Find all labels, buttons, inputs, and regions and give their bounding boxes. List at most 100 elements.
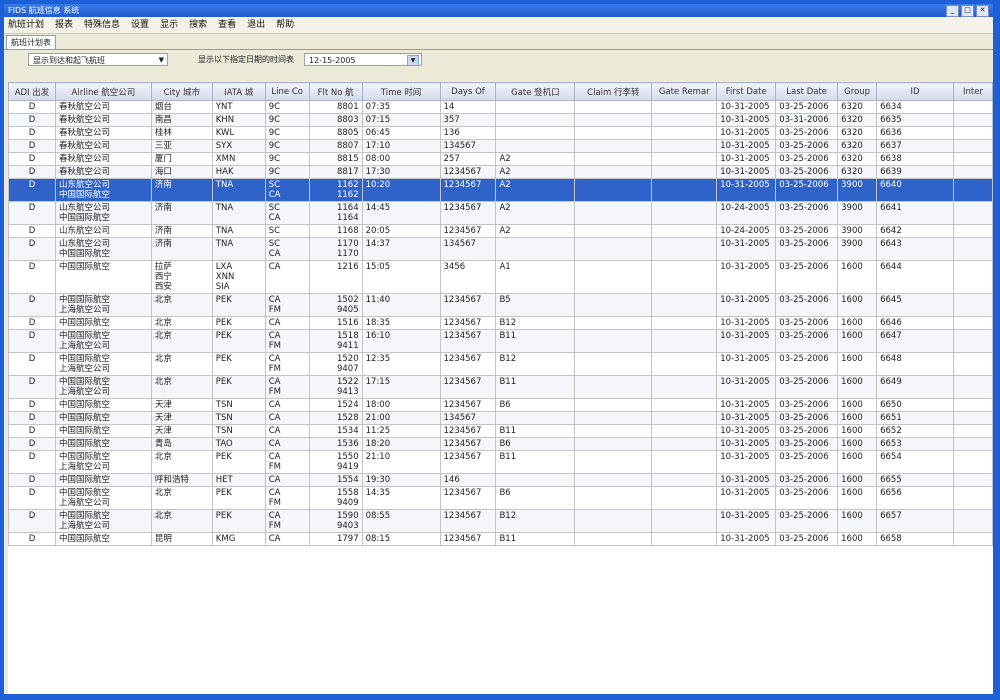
table-row[interactable]: D 春秋航空公司 烟台 YNT 9C 8801 07:35 14 10-31-2005 03-25… bbox=[8, 100, 993, 114]
table-row[interactable]: D 中国国际航空 天津 TSN CA 1524 18:00 1234567 B6 10-31-20… bbox=[8, 398, 993, 412]
table-row[interactable]: D 中国国际航空 天津 TSN CA 1528 21:00 134567 10-31-2005 0… bbox=[8, 411, 993, 425]
table-cell: YNT bbox=[211, 100, 266, 114]
table-cell: 17:30 bbox=[361, 165, 441, 179]
table-cell: KHN bbox=[211, 113, 266, 127]
table-cell: 03-25-2006 bbox=[775, 398, 839, 412]
table-row[interactable]: D 中国国际航空 呼和浩特 HET CA 1554 19:30 146 10-31-2005 03… bbox=[8, 473, 993, 487]
table-cell: 桂林 bbox=[150, 126, 213, 140]
table-row[interactable]: D 中国国际航空 上海航空公司 北京 PEK CA FM 1550 9419 21:10 12… bbox=[8, 450, 993, 474]
table-cell: 中国国际航空 上海航空公司 bbox=[54, 486, 152, 510]
table-row[interactable]: D 山东航空公司 中国国际航空 济南 TNA SC CA 1162 1162 10:20 12… bbox=[8, 178, 993, 202]
table-cell bbox=[495, 237, 576, 261]
menu-report[interactable]: 报表 bbox=[55, 17, 84, 33]
table-cell: 1234567 bbox=[439, 178, 497, 202]
table-row[interactable]: D 中国国际航空 北京 PEK CA 1516 18:35 1234567 B12 10-31-2… bbox=[8, 316, 993, 330]
table-cell: 中国国际航空 上海航空公司 bbox=[54, 329, 152, 353]
flight-type-select[interactable]: 显示到达和起飞航班 ▼ bbox=[28, 52, 168, 67]
table-row[interactable]: D 山东航空公司 中国国际航空 济南 TNA SC CA 1170 1170 14:37 13… bbox=[8, 237, 993, 261]
close-icon[interactable]: ✕ bbox=[976, 5, 989, 17]
column-header[interactable]: Time 时间 bbox=[361, 82, 441, 101]
column-header[interactable]: Line Co bbox=[264, 82, 310, 101]
table-row[interactable]: D 山东航空公司 中国国际航空 济南 TNA SC CA 1164 1164 14:45 12… bbox=[8, 201, 993, 225]
table-cell: D bbox=[8, 260, 56, 294]
column-header[interactable]: Claim 行李转 bbox=[574, 82, 653, 101]
table-cell: 21:00 bbox=[361, 411, 441, 425]
table-row[interactable]: D 中国国际航空 上海航空公司 北京 PEK CA FM 1522 9413 17:15 12… bbox=[8, 375, 993, 399]
table-cell: 03-25-2006 bbox=[775, 139, 839, 153]
menu-flight-plan[interactable]: 航班计划 bbox=[8, 17, 55, 33]
table-cell: 1600 bbox=[837, 424, 878, 438]
table-row[interactable]: D 中国国际航空 上海航空公司 北京 PEK CA FM 1502 9405 11:40 12… bbox=[8, 293, 993, 317]
dropdown-arrow-icon[interactable]: ▼ bbox=[159, 54, 164, 67]
minimize-icon[interactable]: _ bbox=[946, 5, 959, 17]
menu-exit[interactable]: 退出 bbox=[247, 17, 276, 33]
table-cell: 1234567 bbox=[439, 165, 497, 179]
calendar-dropdown-icon[interactable]: ▼ bbox=[407, 54, 419, 66]
table-row[interactable]: D 春秋航空公司 三亚 SYX 9C 8807 17:10 134567 10-31-2005 0… bbox=[8, 139, 993, 153]
table-cell bbox=[574, 375, 653, 399]
table-cell bbox=[651, 178, 718, 202]
table-cell: 03-25-2006 bbox=[775, 424, 839, 438]
table-row[interactable]: D 春秋航空公司 桂林 KWL 9C 8805 06:45 136 10-31-2005 03-2… bbox=[8, 126, 993, 140]
table-row[interactable]: D 中国国际航空 上海航空公司 北京 PEK CA FM 1558 9409 14:35 12… bbox=[8, 486, 993, 510]
table-cell: B12 bbox=[495, 352, 576, 376]
column-header[interactable]: City 城市 bbox=[150, 82, 213, 101]
column-header[interactable]: ID bbox=[876, 82, 954, 101]
column-header[interactable]: Group bbox=[837, 82, 878, 101]
menu-help[interactable]: 帮助 bbox=[276, 17, 305, 33]
column-header[interactable]: Gate 登机口 bbox=[495, 82, 576, 101]
table-cell: 6640 bbox=[876, 178, 954, 202]
table-row[interactable]: D 中国国际航空 昆明 KMG CA 1797 08:15 1234567 B11 10-31-2… bbox=[8, 532, 993, 546]
table-cell: 9C bbox=[264, 165, 310, 179]
maximize-icon[interactable]: □ bbox=[961, 5, 974, 17]
menu-display[interactable]: 显示 bbox=[160, 17, 189, 33]
table-cell: 1234567 bbox=[439, 329, 497, 353]
table-cell: 中国国际航空 上海航空公司 bbox=[54, 450, 152, 474]
column-header[interactable]: Inter bbox=[952, 82, 993, 101]
table-row[interactable]: D 中国国际航空 上海航空公司 北京 PEK CA FM 1520 9407 12:35 12… bbox=[8, 352, 993, 376]
column-header[interactable]: Last Date bbox=[775, 82, 839, 101]
column-header[interactable]: Gate Remar bbox=[651, 82, 718, 101]
table-cell bbox=[574, 532, 653, 546]
column-header[interactable]: Flt No 航 bbox=[308, 82, 363, 101]
table-row[interactable]: D 中国国际航空 青岛 TAO CA 1536 18:20 1234567 B6 10-31-20… bbox=[8, 437, 993, 451]
table-cell: B6 bbox=[495, 398, 576, 412]
table-row[interactable]: D 春秋航空公司 海口 HAK 9C 8817 17:30 1234567 A2 10-31-20… bbox=[8, 165, 993, 179]
table-cell: 6320 bbox=[837, 126, 878, 140]
table-cell: CA FM bbox=[264, 450, 310, 474]
column-header[interactable]: Days Of bbox=[439, 82, 497, 101]
table-row[interactable]: D 中国国际航空 上海航空公司 北京 PEK CA FM 1590 9403 08:55 12… bbox=[8, 509, 993, 533]
table-cell: 北京 bbox=[150, 509, 213, 533]
table-cell: 中国国际航空 上海航空公司 bbox=[54, 509, 152, 533]
table-cell bbox=[651, 237, 718, 261]
table-cell: SC bbox=[264, 224, 310, 238]
table-cell: 济南 bbox=[150, 237, 213, 261]
table-cell: A2 bbox=[495, 165, 576, 179]
column-header[interactable]: ADI 出发 bbox=[8, 82, 56, 101]
table-cell: 山东航空公司 中国国际航空 bbox=[54, 237, 152, 261]
menu-settings[interactable]: 设置 bbox=[131, 17, 160, 33]
table-row[interactable]: D 中国国际航空 天津 TSN CA 1534 11:25 1234567 B11 10-31-2… bbox=[8, 424, 993, 438]
menu-view[interactable]: 查看 bbox=[218, 17, 247, 33]
table-row[interactable]: D 中国国际航空 上海航空公司 北京 PEK CA FM 1518 9411 16:10 12… bbox=[8, 329, 993, 353]
table-cell: D bbox=[8, 293, 56, 317]
table-cell: B11 bbox=[495, 329, 576, 353]
table-cell: 03-25-2006 bbox=[775, 532, 839, 546]
table-cell: 10-31-2005 bbox=[716, 411, 777, 425]
table-cell: D bbox=[8, 126, 56, 140]
table-cell: 03-25-2006 bbox=[775, 375, 839, 399]
menu-special-info[interactable]: 特殊信息 bbox=[84, 17, 131, 33]
table-cell: 6655 bbox=[876, 473, 954, 487]
menu-search[interactable]: 搜索 bbox=[189, 17, 218, 33]
tab-flight-plan[interactable]: 航班计划表 bbox=[6, 35, 56, 49]
table-cell bbox=[574, 398, 653, 412]
column-header[interactable]: IATA 城 bbox=[211, 82, 266, 101]
table-row[interactable]: D 中国国际航空 拉萨 西宁 西安 LXA XNN SIA CA 1216 15:05 345… bbox=[8, 260, 993, 294]
column-header[interactable]: First Date bbox=[716, 82, 777, 101]
column-header[interactable]: Airline 航空公司 bbox=[54, 82, 152, 101]
date-picker[interactable]: 12-15-2005 ▼ bbox=[304, 52, 422, 66]
table-row[interactable]: D 春秋航空公司 南昌 KHN 9C 8803 07:15 357 10-31-2005 03-3… bbox=[8, 113, 993, 127]
table-cell: 8805 bbox=[308, 126, 363, 140]
table-row[interactable]: D 春秋航空公司 厦门 XMN 9C 8815 08:00 257 A2 10-31-2005 03… bbox=[8, 152, 993, 166]
table-row[interactable]: D 山东航空公司 济南 TNA SC 1168 20:05 1234567 A2 10-24-20… bbox=[8, 224, 993, 238]
